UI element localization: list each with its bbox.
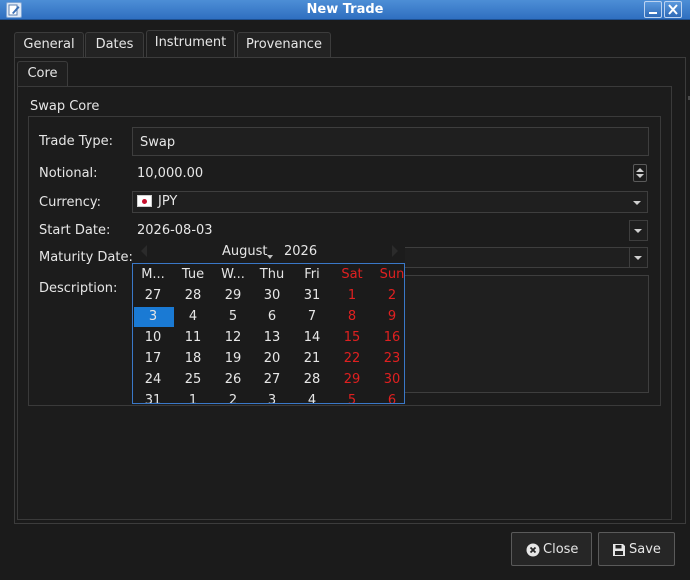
- calendar-day[interactable]: 10: [133, 330, 173, 345]
- calendar-day[interactable]: 16: [372, 330, 404, 345]
- start-date-label: Start Date:: [39, 223, 111, 238]
- trade-type-label: Trade Type:: [39, 134, 113, 149]
- calendar-day[interactable]: 19: [213, 351, 253, 366]
- month-dropdown-icon: [267, 255, 273, 259]
- calendar-day[interactable]: 21: [292, 351, 332, 366]
- calendar-day[interactable]: 7: [292, 309, 332, 324]
- maturity-date-field[interactable]: [405, 247, 648, 268]
- calendar-day[interactable]: 2: [372, 288, 404, 303]
- calendar-day[interactable]: 6: [252, 309, 292, 324]
- tab-dates[interactable]: Dates: [85, 32, 144, 57]
- calendar-day[interactable]: 27: [252, 372, 292, 387]
- calendar-day[interactable]: 17: [133, 351, 173, 366]
- calendar-day[interactable]: 20: [252, 351, 292, 366]
- calendar-day[interactable]: 28: [292, 372, 332, 387]
- calendar-day[interactable]: 11: [173, 330, 213, 345]
- calendar-day[interactable]: 30: [252, 288, 292, 303]
- calendar-day[interactable]: 12: [213, 330, 253, 345]
- calendar-day[interactable]: 22: [332, 351, 372, 366]
- calendar-day[interactable]: 25: [173, 372, 213, 387]
- calendar-day[interactable]: 29: [213, 288, 253, 303]
- calendar-day[interactable]: 1: [173, 393, 213, 403]
- weekday-header: Tue: [181, 267, 205, 282]
- calendar-day[interactable]: 28: [173, 288, 213, 303]
- calendar-day[interactable]: 30: [372, 372, 404, 387]
- notional-label: Notional:: [39, 166, 98, 181]
- japan-flag-icon: [137, 195, 152, 207]
- calendar-day[interactable]: 18: [173, 351, 213, 366]
- calendar-day[interactable]: 2: [213, 393, 253, 403]
- spinner-arrows-icon: [636, 168, 644, 178]
- notional-input[interactable]: 10,000.00: [137, 166, 203, 181]
- calendar-day[interactable]: 26: [213, 372, 253, 387]
- calendar-day[interactable]: 31: [292, 288, 332, 303]
- start-date-input[interactable]: 2026-08-03: [137, 223, 213, 238]
- group-title: Swap Core: [30, 99, 100, 114]
- maturity-date-label: Maturity Date:: [39, 250, 133, 265]
- calendar-month[interactable]: August: [222, 244, 268, 259]
- weekday-header: Fri: [304, 267, 320, 282]
- next-month-arrow-icon[interactable]: [389, 244, 401, 258]
- calendar-day[interactable]: 14: [292, 330, 332, 345]
- calendar-day[interactable]: 3: [252, 393, 292, 403]
- close-button-label: Close: [543, 542, 579, 557]
- calendar-year[interactable]: 2026: [284, 244, 317, 259]
- close-window-button[interactable]: [664, 1, 682, 18]
- calendar-day[interactable]: 27: [133, 288, 173, 303]
- calendar-day[interactable]: 3: [133, 309, 173, 324]
- trade-type-field[interactable]: Swap: [132, 127, 649, 156]
- currency-value: JPY: [158, 194, 178, 209]
- save-disk-icon: [613, 544, 625, 556]
- trade-type-value: Swap: [140, 135, 176, 150]
- calendar-day[interactable]: 31: [133, 393, 173, 403]
- chevron-down-icon: [633, 201, 641, 205]
- notional-spinner[interactable]: [633, 164, 647, 182]
- weekday-header: Sun: [379, 267, 405, 282]
- calendar-day[interactable]: 5: [332, 393, 372, 403]
- calendar-day[interactable]: 5: [213, 309, 253, 324]
- weekday-header: M...: [141, 267, 165, 282]
- chevron-down-icon: [634, 256, 642, 260]
- description-label: Description:: [39, 281, 118, 296]
- maturity-date-dropdown-button[interactable]: [629, 247, 648, 268]
- title-bar: New Trade: [0, 0, 690, 20]
- close-circle-icon: [526, 543, 540, 557]
- tab-instrument[interactable]: Instrument: [146, 30, 235, 57]
- calendar-day[interactable]: 23: [372, 351, 404, 366]
- currency-select[interactable]: [132, 191, 648, 213]
- save-button[interactable]: Save: [598, 532, 675, 566]
- calendar-header: August 2026: [133, 244, 405, 262]
- prev-month-arrow-icon[interactable]: [138, 244, 150, 258]
- calendar-day[interactable]: 24: [133, 372, 173, 387]
- calendar-day[interactable]: 4: [292, 393, 332, 403]
- calendar-popup[interactable]: M... Tue W... Thu Fri Sat Sun 27 28 29 30 31 1 2 3 4 5 6 7…: [132, 263, 405, 404]
- calendar-day[interactable]: 9: [372, 309, 404, 324]
- calendar-day[interactable]: 6: [372, 393, 404, 403]
- close-button[interactable]: Close: [511, 532, 592, 566]
- weekday-header: Thu: [259, 267, 285, 282]
- minimize-button[interactable]: [644, 1, 662, 18]
- close-icon: [668, 4, 678, 15]
- description-textarea[interactable]: [405, 275, 649, 393]
- tab-core[interactable]: Core: [17, 61, 68, 86]
- tab-general[interactable]: General: [14, 32, 84, 57]
- minimize-icon: [649, 12, 657, 14]
- calendar-day[interactable]: 4: [173, 309, 213, 324]
- calendar-day[interactable]: 8: [332, 309, 372, 324]
- window-title: New Trade: [306, 2, 384, 17]
- start-date-dropdown-button[interactable]: [629, 220, 648, 241]
- currency-label: Currency:: [39, 195, 102, 210]
- calendar-day[interactable]: 1: [332, 288, 372, 303]
- calendar-day[interactable]: 15: [332, 330, 372, 345]
- calendar-day[interactable]: 29: [332, 372, 372, 387]
- weekday-header: Sat: [341, 267, 363, 282]
- chevron-down-icon: [634, 229, 642, 233]
- tab-provenance[interactable]: Provenance: [237, 32, 331, 57]
- save-button-label: Save: [629, 542, 661, 557]
- calendar-day[interactable]: 13: [252, 330, 292, 345]
- weekday-header: W...: [221, 267, 245, 282]
